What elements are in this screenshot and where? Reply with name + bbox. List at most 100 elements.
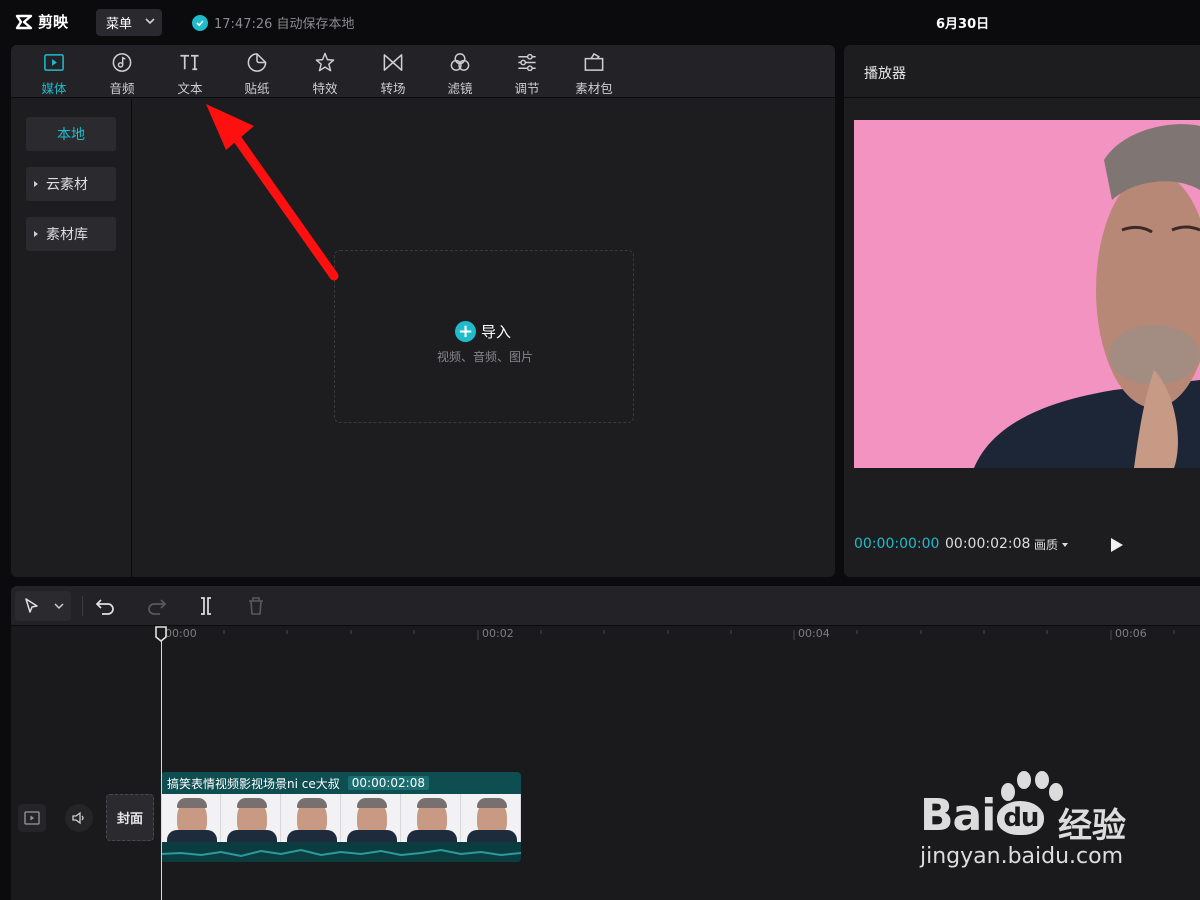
watermark-brand: Bai du <box>920 790 1045 841</box>
timeline-toolbar <box>11 586 1200 626</box>
tab-label: 文本 <box>177 81 203 96</box>
adjust-icon <box>518 53 536 72</box>
ruler-label: 00:04 <box>798 627 830 640</box>
cursor-icon <box>25 598 38 613</box>
plus-icon: + <box>455 321 476 342</box>
tab-sticker[interactable]: 贴纸 <box>229 49 285 97</box>
playhead-handle[interactable] <box>154 626 168 642</box>
capcut-logo-icon <box>15 14 33 29</box>
clip-header: 搞笑表情视频影视场景ni ce大叔 00:00:02:08 <box>161 772 521 794</box>
tab-label: 滤镜 <box>447 81 473 96</box>
clip-frame-thumbnail <box>281 794 341 842</box>
ruler-label: 00:06 <box>1115 627 1147 640</box>
watermark-url: jingyan.baidu.com <box>920 844 1124 869</box>
title-bar: 剪映 菜单 17:47:26 自动保存本地 6月30日 <box>0 0 1200 44</box>
watermark-badge: du <box>997 801 1045 835</box>
track-video-toggle[interactable] <box>18 804 46 832</box>
total-time: 00:00:02:08 <box>945 536 1031 552</box>
sidebar-item-label: 素材库 <box>46 227 88 243</box>
tab-asset-pack[interactable]: 素材包 <box>566 49 622 97</box>
check-circle-icon <box>192 14 208 31</box>
playhead-line[interactable] <box>161 628 162 900</box>
media-panel: 媒体 音频 文本 贴纸 特效 转场 滤镜 调节 素材包 本地 云素材 素材库 +… <box>11 45 835 577</box>
clip-duration: 00:00:02:08 <box>347 776 429 790</box>
tab-filter[interactable]: 滤镜 <box>432 49 488 97</box>
sidebar-item-local[interactable]: 本地 <box>26 117 116 151</box>
tab-transition[interactable]: 转场 <box>365 49 421 97</box>
autosave-status: 17:47:26 自动保存本地 <box>192 13 355 32</box>
project-title: 6月30日 <box>936 17 990 32</box>
tab-label: 转场 <box>380 81 406 96</box>
video-frame-image <box>854 120 1200 468</box>
tab-media[interactable]: 媒体 <box>26 49 82 97</box>
caret-right-icon <box>34 231 38 237</box>
ruler-label: 00:02 <box>482 627 514 640</box>
transition-icon <box>383 54 403 71</box>
audio-waveform <box>161 842 521 862</box>
media-icon <box>44 54 64 71</box>
current-time: 00:00:00:00 <box>854 536 940 552</box>
toolbar-divider <box>82 596 83 616</box>
sidebar-item-label: 本地 <box>57 127 85 143</box>
baidu-watermark: Bai du 经验 jingyan.baidu.com <box>920 770 1160 880</box>
tab-effects[interactable]: 特效 <box>297 49 353 97</box>
menu-button[interactable]: 菜单 <box>96 9 162 36</box>
import-button[interactable]: + 导入 <box>455 321 511 342</box>
chevron-down-icon <box>145 18 155 25</box>
ruler-label: 00:00 <box>165 627 197 640</box>
video-clip[interactable]: 搞笑表情视频影视场景ni ce大叔 00:00:02:08 <box>161 772 521 862</box>
filter-icon <box>450 53 470 71</box>
autosave-text: 17:47:26 自动保存本地 <box>214 17 355 32</box>
tab-label: 特效 <box>312 81 338 96</box>
sidebar-item-label: 云素材 <box>46 177 88 193</box>
tab-audio[interactable]: 音频 <box>94 49 150 97</box>
player-header: 播放器 <box>844 45 1200 98</box>
tab-label: 调节 <box>514 81 540 96</box>
tab-label: 媒体 <box>41 81 67 96</box>
asset-pack-icon <box>584 52 604 71</box>
effects-icon <box>315 52 335 72</box>
app-logo: 剪映 <box>14 11 68 32</box>
play-icon[interactable] <box>1109 536 1125 554</box>
import-dropzone[interactable]: + 导入 视频、音频、图片 <box>334 250 634 423</box>
tab-label: 素材包 <box>575 81 613 96</box>
menu-label: 菜单 <box>106 17 133 32</box>
import-label: 导入 <box>481 323 512 341</box>
undo-icon[interactable] <box>94 594 118 618</box>
clip-frame-thumbnail <box>461 794 521 842</box>
split-icon[interactable] <box>194 594 218 618</box>
sticker-icon <box>247 53 267 72</box>
media-toolbar: 媒体 音频 文本 贴纸 特效 转场 滤镜 调节 素材包 <box>11 45 835 98</box>
video-preview[interactable] <box>854 120 1200 468</box>
media-sidebar: 本地 云素材 素材库 <box>11 99 132 577</box>
track-mute-toggle[interactable] <box>65 804 93 832</box>
caret-down-icon <box>1062 542 1069 547</box>
cover-button[interactable]: 封面 <box>106 794 154 841</box>
tab-label: 贴纸 <box>244 81 270 96</box>
clip-frame-thumbnail <box>221 794 281 842</box>
app-name: 剪映 <box>38 13 69 31</box>
watermark-cn: 经验 <box>1058 806 1126 846</box>
import-hint: 视频、音频、图片 <box>436 350 533 364</box>
sidebar-item-cloud[interactable]: 云素材 <box>26 167 116 201</box>
clip-frame-thumbnail <box>161 794 221 842</box>
tab-label: 音频 <box>109 81 135 96</box>
select-tool-dropdown[interactable] <box>15 591 71 621</box>
quality-label: 画质 <box>1034 538 1059 552</box>
chevron-down-icon <box>54 603 64 610</box>
player-title: 播放器 <box>864 66 906 82</box>
timeline-ruler[interactable]: 00:00 00:02 00:04 00:06 <box>11 626 1200 646</box>
text-icon <box>180 54 199 71</box>
caret-right-icon <box>34 181 38 187</box>
delete-icon[interactable] <box>244 594 268 618</box>
clip-title: 搞笑表情视频影视场景ni ce大叔 <box>167 776 340 791</box>
player-panel: 播放器 00:00:00:00 00:00:02:08 画质 <box>844 45 1200 577</box>
video-track-icon <box>24 811 40 825</box>
sidebar-item-library[interactable]: 素材库 <box>26 217 116 251</box>
tab-adjust[interactable]: 调节 <box>499 49 555 97</box>
redo-icon[interactable] <box>144 594 168 618</box>
tab-text[interactable]: 文本 <box>162 49 218 97</box>
speaker-icon <box>72 811 84 825</box>
quality-dropdown[interactable]: 画质 <box>1034 536 1069 553</box>
clip-thumbnails <box>161 794 521 842</box>
